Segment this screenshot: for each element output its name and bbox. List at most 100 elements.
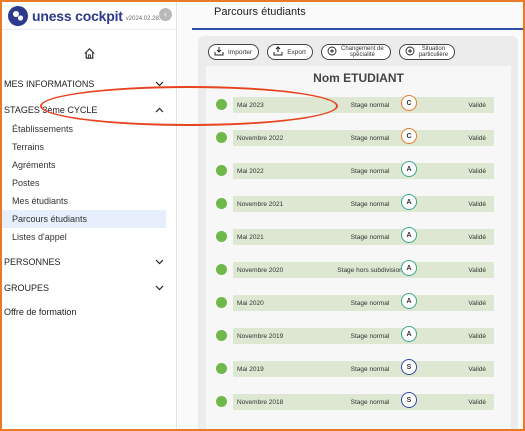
chevron-down-icon bbox=[155, 258, 164, 267]
grade-badge: A bbox=[401, 260, 417, 276]
plus-circle-icon bbox=[405, 46, 415, 58]
stage-status: Validé bbox=[468, 266, 486, 274]
grade-badge: C bbox=[401, 95, 417, 111]
stage-date: Novembre 2019 bbox=[237, 332, 284, 340]
stage-date: Mai 2019 bbox=[237, 365, 264, 373]
student-panel: Nom ETUDIANT Mai 2023 Stage normal C Validé… bbox=[206, 66, 511, 429]
nav-section-mes-informations[interactable]: MES INFORMATIONS bbox=[2, 74, 176, 94]
grade-badge: S bbox=[401, 359, 417, 375]
stage-bar: Novembre 2022 Stage normal C Validé bbox=[233, 128, 494, 146]
home-button[interactable] bbox=[2, 38, 176, 68]
toolbar: Importer Export Changement de spécialité bbox=[208, 44, 456, 60]
chevron-up-icon bbox=[155, 106, 164, 115]
situation-label: Situation particulière bbox=[419, 46, 448, 59]
change-specialty-label: Changement de spécialité bbox=[341, 46, 384, 59]
status-dot bbox=[216, 132, 227, 143]
nav-section-stages[interactable]: STAGES 3ème CYCLE bbox=[2, 100, 176, 120]
stage-status: Validé bbox=[468, 365, 486, 373]
stage-list: Mai 2023 Stage normal C Validé Novembre 202… bbox=[216, 94, 511, 424]
home-icon bbox=[83, 47, 95, 59]
stage-date: Mai 2021 bbox=[237, 233, 264, 241]
nav-section-personnes[interactable]: PERSONNES bbox=[2, 252, 176, 272]
nav-section-label: PERSONNES bbox=[4, 257, 61, 267]
stage-date: Mai 2020 bbox=[237, 299, 264, 307]
sidebar-item-parcours-etudiants[interactable]: Parcours étudiants bbox=[2, 210, 166, 228]
sidebar-item-mes-etudiants[interactable]: Mes étudiants bbox=[2, 192, 176, 210]
stage-row[interactable]: Mai 2023 Stage normal C Validé bbox=[216, 94, 511, 127]
stage-bar: Novembre 2021 Stage normal A Validé bbox=[233, 194, 494, 212]
export-button[interactable]: Export bbox=[267, 44, 313, 60]
import-label: Importer bbox=[228, 48, 253, 56]
student-name: Nom ETUDIANT bbox=[313, 71, 404, 85]
nav-section-label: STAGES 3ème CYCLE bbox=[4, 105, 98, 115]
stage-status: Validé bbox=[468, 134, 486, 142]
stage-bar: Mai 2020 Stage normal A Validé bbox=[233, 293, 494, 311]
app-version: v2024.02.28.0 bbox=[125, 15, 164, 22]
status-dot bbox=[216, 396, 227, 407]
chevron-down-icon bbox=[155, 284, 164, 293]
status-dot bbox=[216, 297, 227, 308]
stage-bar: Novembre 2019 Stage normal A Validé bbox=[233, 326, 494, 344]
stage-row[interactable]: Novembre 2020 Stage hors subdivision A Vali… bbox=[216, 259, 511, 292]
situation-button[interactable]: Situation particulière bbox=[398, 44, 456, 60]
stage-status: Validé bbox=[468, 398, 486, 406]
stage-row[interactable]: Novembre 2022 Stage normal C Validé bbox=[216, 127, 511, 160]
situation-line-1: Situation bbox=[421, 45, 446, 52]
app-frame: uness cockpit v2024.02.28.0 ‹ MES INFORM… bbox=[0, 0, 525, 431]
stage-row[interactable]: Mai 2021 Stage normal A Validé bbox=[216, 226, 511, 259]
stage-bar: Mai 2019 Stage normal S Validé bbox=[233, 359, 494, 377]
collapse-icon[interactable]: ‹ bbox=[159, 8, 172, 21]
grade-badge: A bbox=[401, 227, 417, 243]
stage-bar: Mai 2021 Stage normal A Validé bbox=[233, 227, 494, 245]
app-title: uness cockpit bbox=[32, 7, 123, 24]
sidebar-item-postes[interactable]: Postes bbox=[2, 174, 176, 192]
stage-date: Mai 2022 bbox=[237, 167, 264, 175]
status-dot bbox=[216, 231, 227, 242]
sidebar-item-listes-appel[interactable]: Listes d'appel bbox=[2, 228, 176, 246]
sidebar-item-etablissements[interactable]: Établissements bbox=[2, 120, 176, 138]
main-content: Parcours étudiants Importer Export Chang… bbox=[178, 2, 523, 429]
title-divider bbox=[192, 28, 523, 30]
stage-bar: Mai 2023 Stage normal C Validé bbox=[233, 95, 494, 113]
stage-date: Novembre 2021 bbox=[237, 200, 284, 208]
app-header: uness cockpit v2024.02.28.0 ‹ bbox=[2, 2, 176, 30]
import-button[interactable]: Importer bbox=[208, 44, 260, 60]
sidebar-item-offre-formation[interactable]: Offre de formation bbox=[2, 302, 176, 322]
stage-row[interactable]: Novembre 2019 Stage normal A Validé bbox=[216, 325, 511, 358]
sidebar-item-terrains[interactable]: Terrains bbox=[2, 138, 176, 156]
sidebar-nav: MES INFORMATIONS STAGES 3ème CYCLE Établ… bbox=[2, 74, 176, 322]
status-dot bbox=[216, 330, 227, 341]
stage-status: Validé bbox=[468, 167, 486, 175]
grade-badge: S bbox=[401, 392, 417, 408]
stage-status: Validé bbox=[468, 200, 486, 208]
stage-status: Validé bbox=[468, 332, 486, 340]
stage-row[interactable]: Mai 2022 Stage normal A Validé bbox=[216, 160, 511, 193]
stage-row[interactable]: Novembre 2021 Stage normal A Validé bbox=[216, 193, 511, 226]
grade-badge: A bbox=[401, 326, 417, 342]
change-specialty-line-1: Changement de bbox=[341, 45, 384, 52]
stage-date: Novembre 2020 bbox=[237, 266, 284, 274]
situation-line-2: particulière bbox=[418, 52, 449, 58]
stage-date: Mai 2023 bbox=[237, 101, 264, 109]
stage-status: Validé bbox=[468, 233, 486, 241]
nav-section-groupes[interactable]: GROUPES bbox=[2, 278, 176, 298]
change-specialty-button[interactable]: Changement de spécialité bbox=[321, 44, 391, 60]
stage-row[interactable]: Mai 2019 Stage normal S Validé bbox=[216, 358, 511, 391]
stage-bar: Novembre 2020 Stage hors subdivision A Vali… bbox=[233, 260, 494, 278]
sidebar-item-agrements[interactable]: Agréments bbox=[2, 156, 176, 174]
import-icon bbox=[214, 46, 224, 58]
stage-date: Novembre 2022 bbox=[237, 134, 284, 142]
status-dot bbox=[216, 363, 227, 374]
stage-status: Validé bbox=[468, 299, 486, 307]
status-dot bbox=[216, 99, 227, 110]
stage-row[interactable]: Novembre 2018 Stage normal S Validé bbox=[216, 391, 511, 424]
chevron-down-icon bbox=[155, 80, 164, 89]
stage-row[interactable]: Mai 2020 Stage normal A Validé bbox=[216, 292, 511, 325]
stage-date: Novembre 2018 bbox=[237, 398, 284, 406]
sidebar: uness cockpit v2024.02.28.0 ‹ MES INFORM… bbox=[2, 2, 177, 429]
page-title: Parcours étudiants bbox=[214, 6, 306, 18]
stage-bar: Mai 2022 Stage normal A Validé bbox=[233, 161, 494, 179]
plus-circle-icon bbox=[327, 46, 337, 58]
status-dot bbox=[216, 264, 227, 275]
uness-logo-icon bbox=[8, 5, 28, 26]
